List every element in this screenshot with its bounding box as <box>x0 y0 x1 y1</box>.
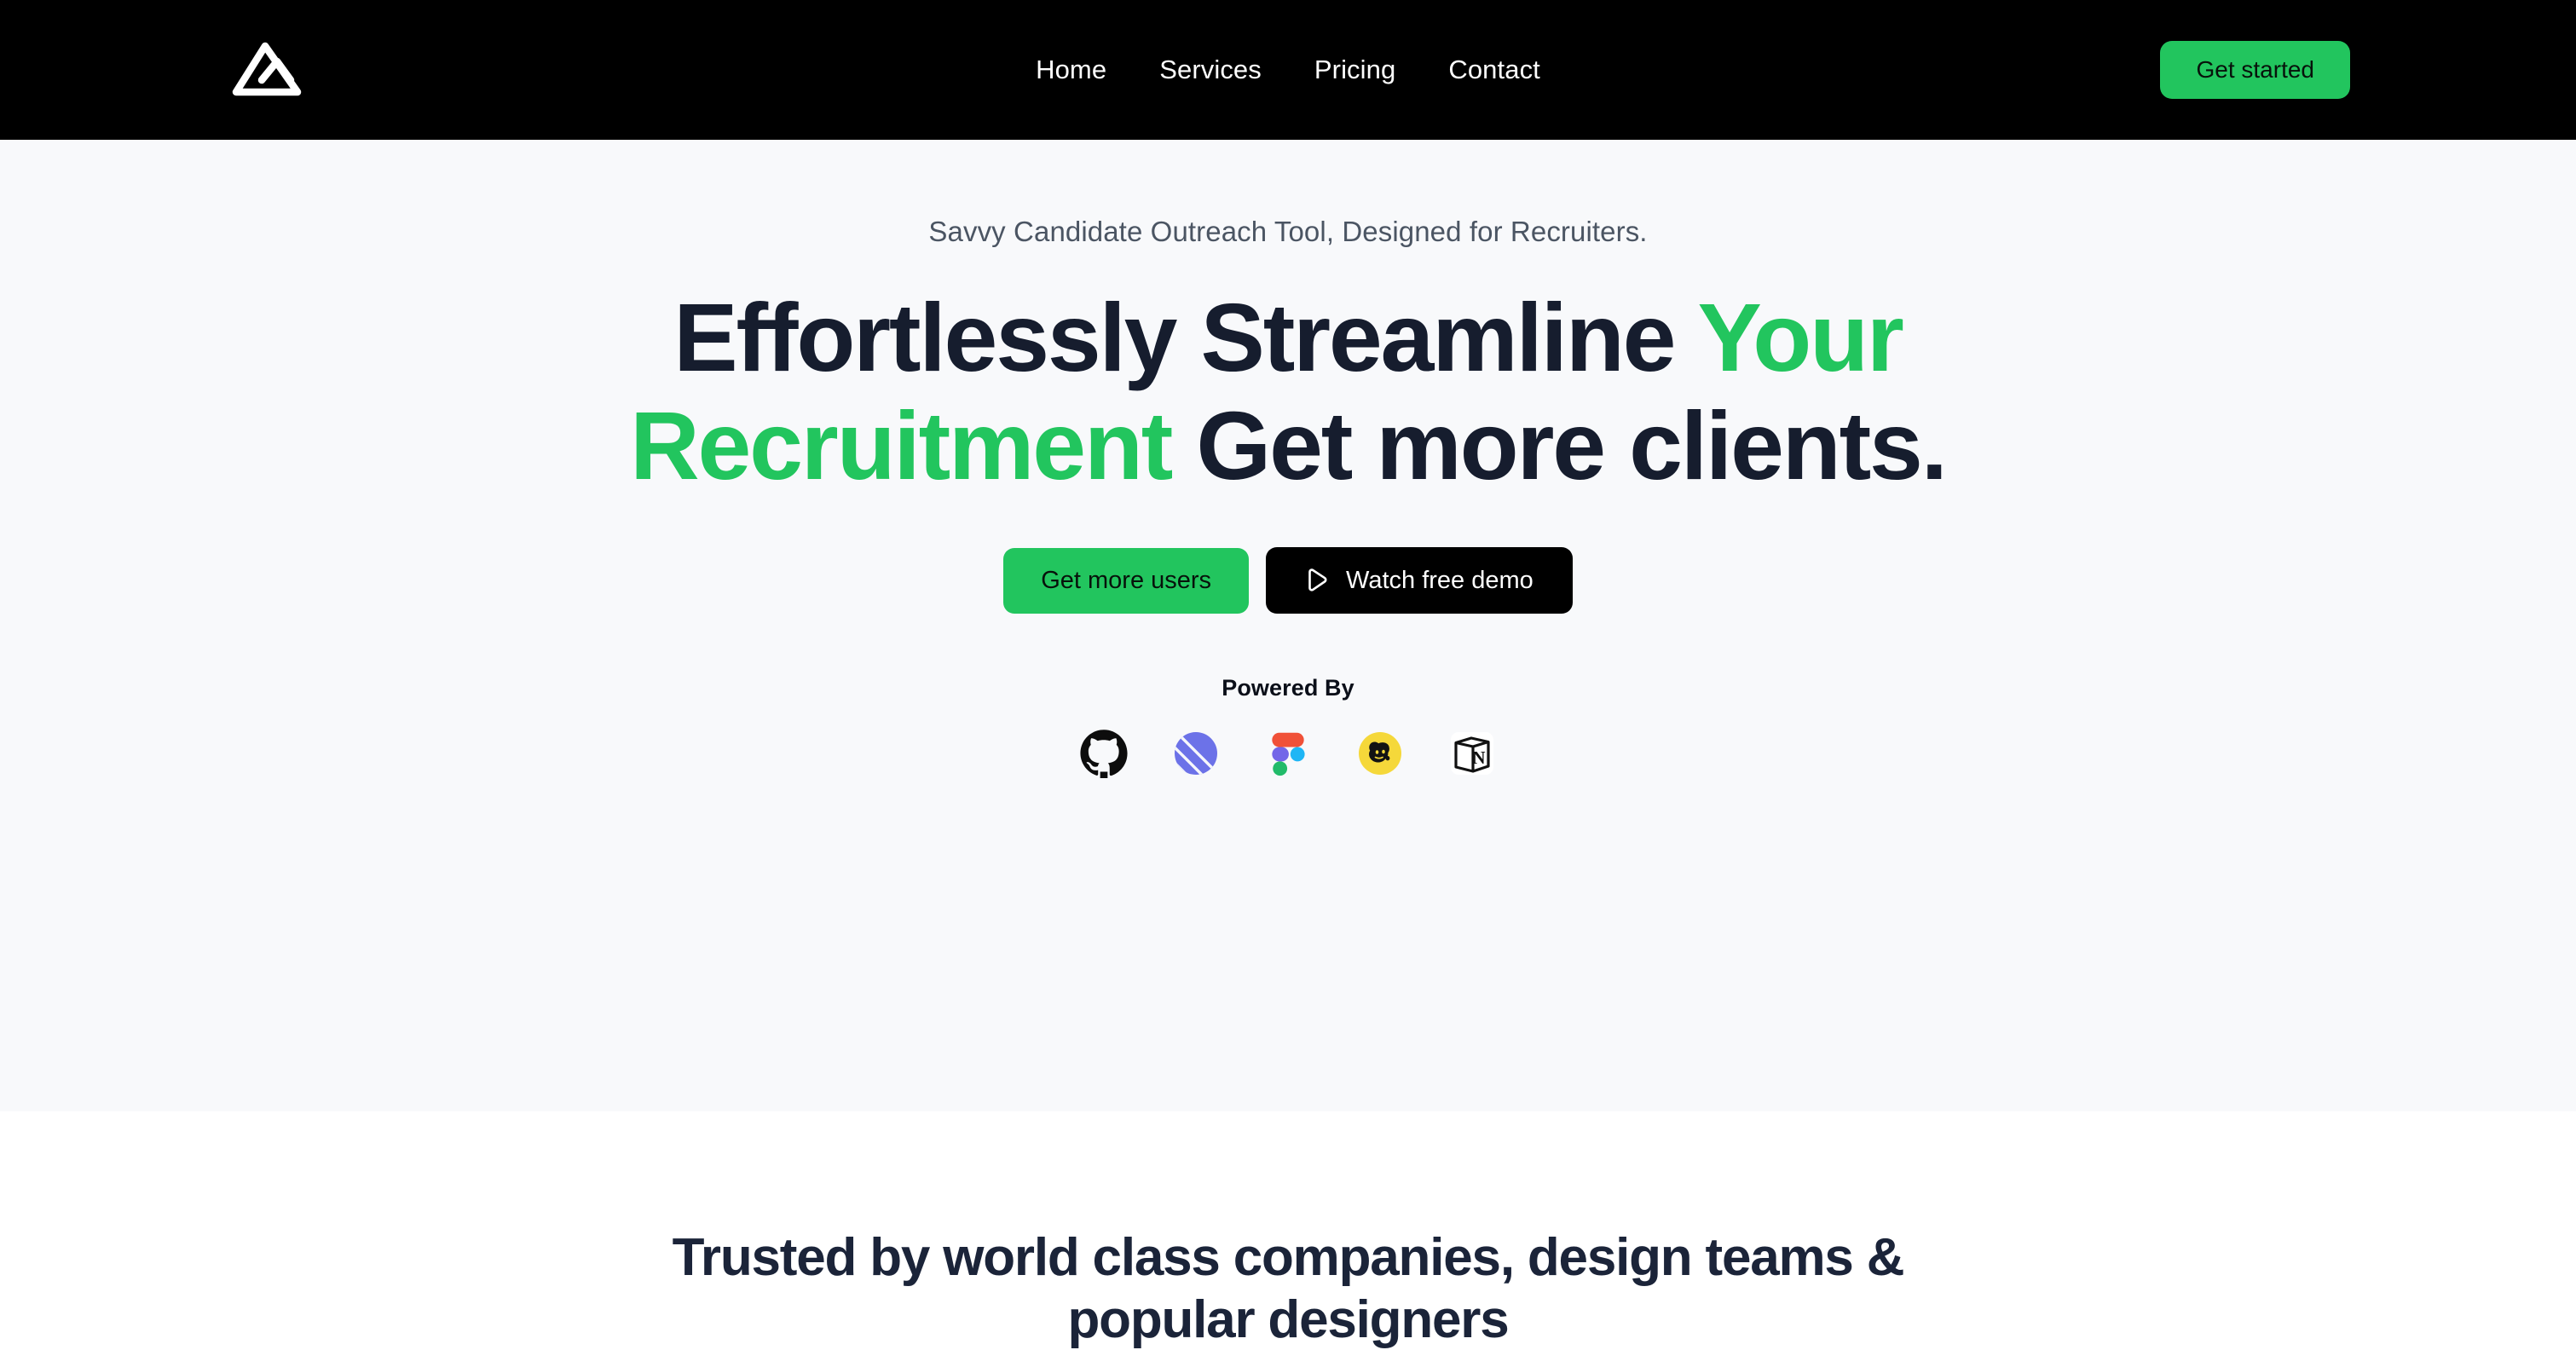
notion-icon[interactable]: N <box>1446 727 1499 780</box>
play-icon <box>1305 568 1329 593</box>
hero-section: Savvy Candidate Outreach Tool, Designed … <box>0 140 2576 1111</box>
watch-free-demo-button[interactable]: Watch free demo <box>1266 547 1573 614</box>
hero-title-part-1: Effortlessly Streamline <box>673 284 1698 392</box>
get-more-users-button[interactable]: Get more users <box>1003 547 1250 614</box>
site-header: Home Services Pricing Contact Get starte… <box>0 0 2576 140</box>
hero-actions: Get more users Watch free demo <box>0 547 2576 614</box>
nav-link-home[interactable]: Home <box>1036 55 1106 85</box>
mountain-logo[interactable] <box>226 37 308 103</box>
powered-by-logo-strip: N <box>0 727 2576 780</box>
github-icon[interactable] <box>1077 727 1130 780</box>
svg-text:N: N <box>1472 747 1485 768</box>
trusted-section: Trusted by world class companies, design… <box>0 1111 2576 1350</box>
linear-icon[interactable] <box>1170 727 1222 780</box>
hero-title-part-2: Get more clients. <box>1171 391 1948 499</box>
hero-eyebrow: Savvy Candidate Outreach Tool, Designed … <box>928 216 1648 247</box>
page-title: Effortlessly Streamline Your Recruitment… <box>521 284 2055 499</box>
watch-free-demo-label: Watch free demo <box>1346 566 1533 594</box>
powered-by-label: Powered By <box>1222 675 1354 701</box>
figma-icon[interactable] <box>1262 727 1314 780</box>
get-started-button[interactable]: Get started <box>2160 41 2350 99</box>
nav-link-contact[interactable]: Contact <box>1448 55 1540 85</box>
nav-link-pricing[interactable]: Pricing <box>1314 55 1395 85</box>
nav-link-services[interactable]: Services <box>1159 55 1262 85</box>
main-nav: Home Services Pricing Contact <box>1036 55 1540 85</box>
mailchimp-icon[interactable] <box>1354 727 1406 780</box>
trusted-title: Trusted by world class companies, design… <box>672 1228 1905 1350</box>
